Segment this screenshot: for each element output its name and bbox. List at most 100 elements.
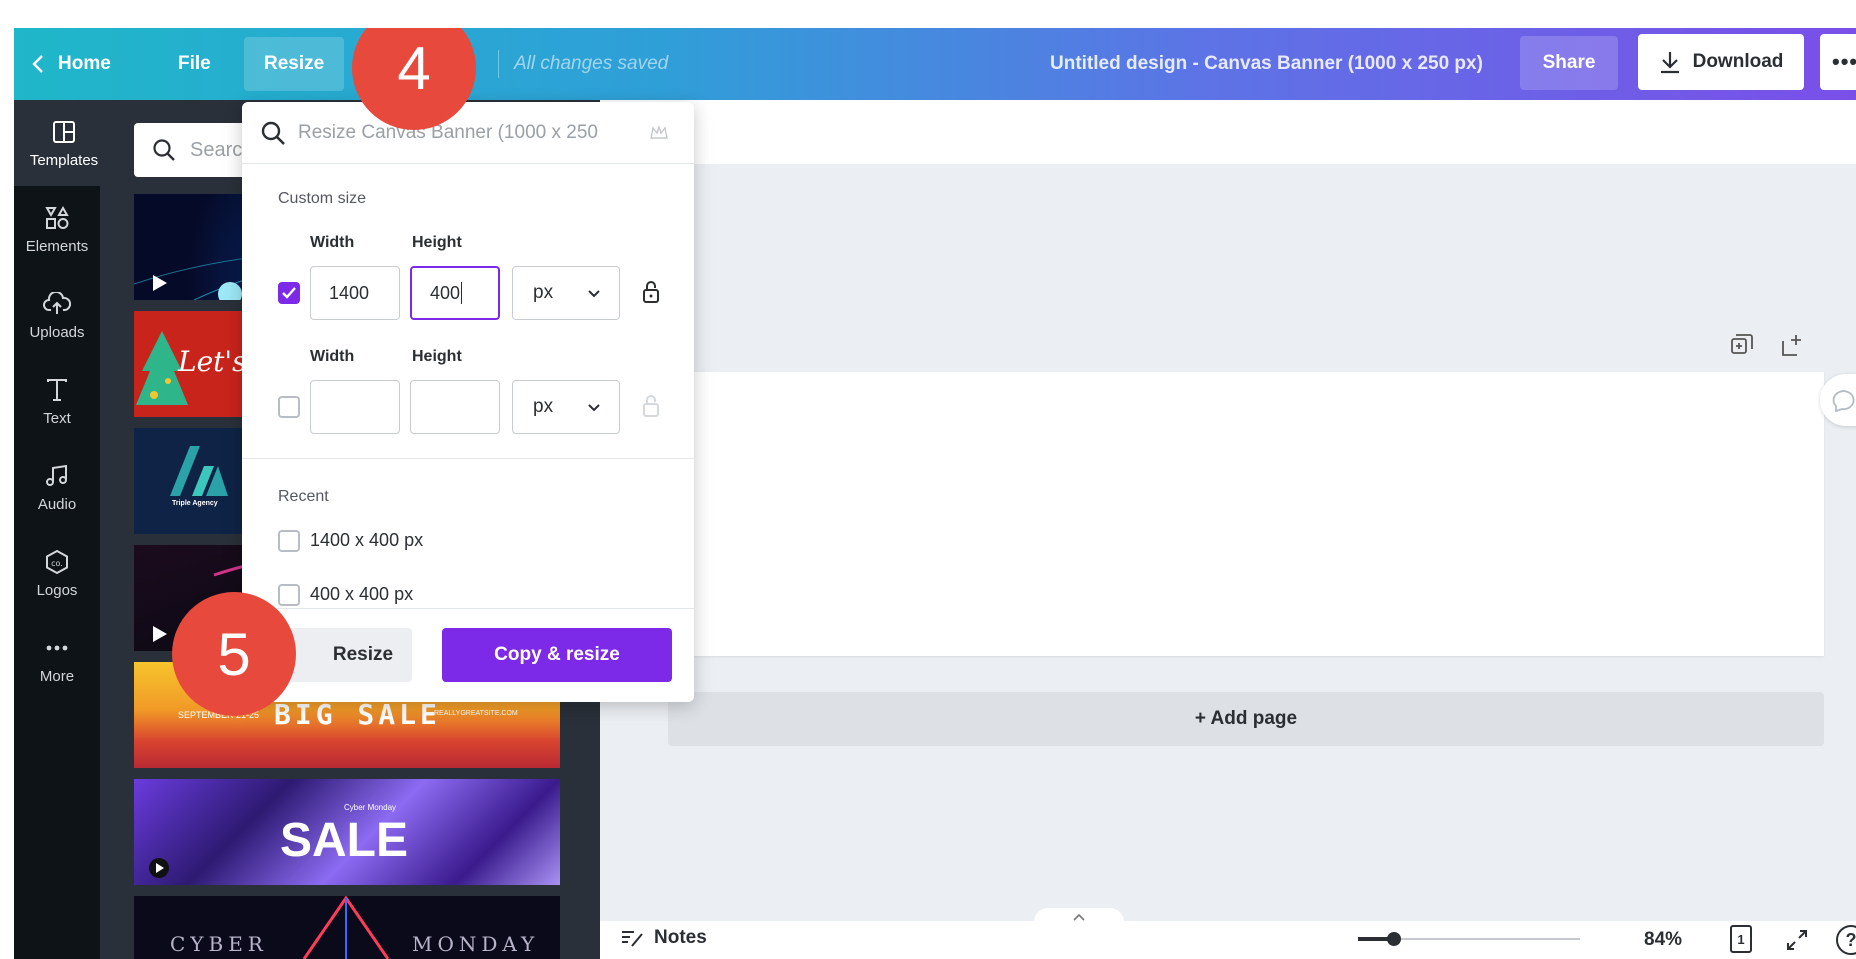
rail-label: Templates: [29, 151, 99, 169]
more-options-button[interactable]: •••: [1820, 34, 1856, 90]
template-title-left: CYBER: [170, 932, 268, 956]
download-button[interactable]: Download: [1638, 34, 1804, 90]
lock-icon[interactable]: [642, 394, 660, 418]
rail-label: More: [39, 667, 75, 685]
download-label: Download: [1692, 51, 1784, 72]
canvas-toolbar: [600, 100, 1856, 164]
height-label: Height: [412, 234, 462, 251]
page-count-button[interactable]: 1: [1730, 925, 1752, 953]
rail-label: Uploads: [29, 323, 85, 341]
custom-size-label: Custom size: [278, 190, 367, 207]
height-value-1: 400: [430, 282, 461, 303]
recent-label: Recent: [278, 488, 329, 505]
notes-button[interactable]: Notes: [620, 927, 707, 949]
comment-button[interactable]: [1820, 374, 1856, 426]
comment-icon: [1832, 390, 1855, 412]
resize-search-input[interactable]: Resize Canvas Banner (1000 x 250: [242, 102, 694, 164]
recent-size-2[interactable]: 400 x 400 px: [310, 584, 413, 605]
template-thumbnail[interactable]: CYBER MONDAY: [134, 896, 560, 959]
resize-label: Resize: [264, 53, 325, 74]
resize-menu[interactable]: Resize: [244, 37, 345, 91]
template-thumbnail[interactable]: Cyber Monday SALE: [134, 779, 560, 885]
rail-item-more[interactable]: More: [14, 616, 100, 702]
search-icon: [261, 121, 285, 145]
more-options-label: •••: [1832, 49, 1856, 74]
recent-checkbox-1[interactable]: [278, 530, 300, 552]
resize-button-label: Resize: [332, 644, 394, 665]
help-button[interactable]: ?: [1836, 925, 1856, 955]
home-label: Home: [58, 53, 111, 74]
uploads-icon: [43, 290, 71, 318]
height-field-1[interactable]: 400: [410, 266, 500, 320]
chevron-down-icon: [588, 404, 600, 412]
add-page-button[interactable]: + Add page: [668, 692, 1824, 746]
rail-label: Logos: [36, 581, 78, 599]
lock-icon[interactable]: [642, 280, 660, 304]
step-4-number: 4: [397, 34, 431, 102]
unit-value-1: px: [533, 282, 554, 303]
unit-select-1[interactable]: px: [512, 266, 620, 320]
recent-size-1[interactable]: 1400 x 400 px: [310, 530, 423, 551]
chevron-down-icon: [588, 290, 600, 298]
rail-item-templates[interactable]: Templates: [14, 100, 114, 186]
home-button[interactable]: Home: [32, 28, 111, 100]
custom-size-checkbox-2[interactable]: [278, 396, 300, 418]
topbar-divider: [498, 50, 499, 78]
width-field-2[interactable]: [310, 380, 400, 434]
share-button[interactable]: Share: [1520, 36, 1618, 90]
logos-icon: co.: [43, 548, 71, 576]
top-bar: Home File Resize All changes saved Untit…: [14, 28, 1856, 100]
search-icon: [153, 139, 175, 161]
copy-and-resize-button[interactable]: Copy & resize: [442, 628, 672, 682]
page-count: 1: [1737, 931, 1745, 947]
crown-icon: [650, 126, 668, 139]
template-title-right: MONDAY: [412, 932, 540, 956]
app-window: Home File Resize All changes saved Untit…: [14, 28, 1856, 959]
step-5-badge: 5: [172, 592, 296, 716]
file-label: File: [178, 53, 211, 74]
share-label: Share: [1542, 52, 1596, 73]
width-field-1[interactable]: 1400: [310, 266, 400, 320]
save-status: All changes saved: [514, 53, 669, 74]
custom-size-checkbox-1[interactable]: [278, 282, 300, 304]
copy-and-resize-label: Copy & resize: [494, 644, 620, 665]
checkmark-icon: [282, 287, 296, 299]
elements-icon: [43, 204, 71, 232]
help-label: ?: [1845, 929, 1856, 950]
step-5-number: 5: [217, 620, 251, 688]
more-icon: [43, 634, 71, 662]
design-title[interactable]: Untitled design - Canvas Banner (1000 x …: [1050, 28, 1483, 100]
dropdown-divider: [242, 458, 694, 459]
rail-item-uploads[interactable]: Uploads: [14, 272, 100, 358]
svg-text:co.: co.: [51, 559, 63, 568]
notes-label: Notes: [654, 927, 707, 948]
template-subtitle: Cyber Monday: [344, 803, 397, 812]
play-icon: [149, 858, 169, 878]
width-label: Width: [310, 348, 355, 365]
rail-item-text[interactable]: Text: [14, 358, 100, 444]
zoom-slider-handle[interactable]: [1386, 932, 1401, 946]
zoom-level[interactable]: 84%: [1644, 929, 1682, 951]
templates-icon: [50, 118, 78, 146]
recent-checkbox-2[interactable]: [278, 584, 300, 606]
height-field-2[interactable]: [410, 380, 500, 434]
template-title: Triple Agency: [172, 500, 218, 507]
unit-select-2[interactable]: px: [512, 380, 620, 434]
agency-logo-icon: [170, 446, 228, 496]
rail-item-logos[interactable]: co. Logos: [14, 530, 100, 616]
file-menu[interactable]: File: [178, 28, 211, 100]
dropdown-divider: [242, 608, 694, 609]
rail-label: Elements: [25, 237, 89, 255]
resize-search-placeholder: Resize Canvas Banner (1000 x 250: [298, 121, 598, 143]
unit-value-2: px: [533, 396, 554, 417]
design-canvas[interactable]: [664, 372, 1824, 656]
rail-item-elements[interactable]: Elements: [14, 186, 100, 272]
width-label: Width: [310, 234, 355, 251]
add-page-icon[interactable]: [1780, 333, 1804, 357]
chevron-left-icon: [32, 55, 43, 73]
rail-item-audio[interactable]: Audio: [14, 444, 100, 530]
fullscreen-icon[interactable]: [1786, 929, 1808, 951]
notes-icon: [622, 931, 643, 947]
play-icon: [153, 275, 167, 291]
duplicate-page-icon[interactable]: [1730, 333, 1754, 357]
